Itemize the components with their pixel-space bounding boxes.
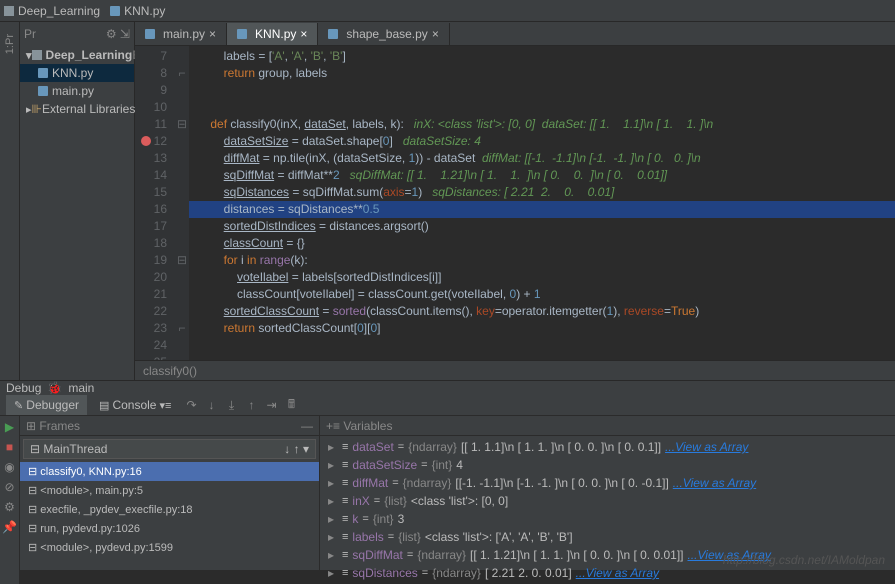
evaluate-icon[interactable]: 🖩 xyxy=(283,397,299,413)
close-icon[interactable]: × xyxy=(209,27,216,41)
variables-header: +≡ Variables xyxy=(320,416,895,436)
tab-main[interactable]: main.py × xyxy=(135,23,227,45)
project-tool-tab[interactable]: 1:Pr xyxy=(2,28,18,60)
close-icon[interactable]: × xyxy=(432,27,439,41)
fold-gutter[interactable]: ⌐ ⊟ ⊟ ⌐ xyxy=(175,46,189,360)
editor: main.py × KNN.py × shape_base.py × 78910… xyxy=(135,22,895,380)
debugger-tab[interactable]: ✎ Debugger xyxy=(6,395,87,415)
debug-panel: Debug 🐞 main ✎ Debugger ▤ Console ▾≡ ↷ ↓… xyxy=(0,380,895,570)
tool-stripe-left: 1:Pr xyxy=(0,22,20,380)
file-crumb[interactable]: KNN.py xyxy=(110,4,165,18)
tab-knn[interactable]: KNN.py × xyxy=(227,23,318,45)
variable-item[interactable]: ▸ ≡ labels = {list} <class 'list'>: ['A'… xyxy=(320,528,895,546)
run-to-cursor-icon[interactable]: ⇥ xyxy=(263,397,279,413)
pin-icon[interactable]: 📌 xyxy=(2,520,17,534)
variable-item[interactable]: ▸ ≡ dataSetSize = {int} 4 xyxy=(320,456,895,474)
debug-header: Debug 🐞 main xyxy=(0,381,895,395)
variable-item[interactable]: ▸ ≡ dataSet = {ndarray} [[ 1. 1.1]\n [ 1… xyxy=(320,438,895,456)
project-crumb[interactable]: Deep_Learning xyxy=(4,4,100,18)
close-icon[interactable]: × xyxy=(300,27,307,41)
step-into-icon[interactable]: ↓ xyxy=(203,397,219,413)
mute-breakpoints-icon[interactable]: ⊘ xyxy=(4,480,14,494)
settings-icon[interactable]: ⚙ xyxy=(4,500,15,514)
step-over-icon[interactable]: ↷ xyxy=(183,397,199,413)
frame-item[interactable]: ⊟ execfile, _pydev_execfile.py:18 xyxy=(20,500,319,519)
variable-item[interactable]: ▸ ≡ k = {int} 3 xyxy=(320,510,895,528)
thread-dropdown[interactable]: ⊟ MainThread↓ ↑ ▾ xyxy=(23,439,316,459)
line-gutter[interactable]: 7891011121314151617181920212223242526 xyxy=(135,46,175,360)
frame-item[interactable]: ⊟ classify0, KNN.py:16 xyxy=(20,462,319,481)
title-bar: Deep_Learning KNN.py xyxy=(0,0,895,22)
frame-item[interactable]: ⊟ run, pydevd.py:1026 xyxy=(20,519,319,538)
frames-panel: ⊞ Frames— ⊟ MainThread↓ ↑ ▾ ⊟ classify0,… xyxy=(20,416,320,584)
editor-tabs: main.py × KNN.py × shape_base.py × xyxy=(135,22,895,46)
variable-item[interactable]: ▸ ≡ diffMat = {ndarray} [[-1. -1.1]\n [-… xyxy=(320,474,895,492)
tree-root[interactable]: ▾ Deep_Learning E:\P xyxy=(20,46,134,64)
project-tree[interactable]: ▾ Deep_Learning E:\P KNN.py main.py ▸ ⊪ … xyxy=(20,44,134,120)
tree-file[interactable]: main.py xyxy=(20,82,134,100)
console-tab[interactable]: ▤ Console ▾≡ xyxy=(91,395,179,415)
step-out-icon[interactable]: ↑ xyxy=(243,397,259,413)
project-panel: Pr⚙ ⇲ ▾ Deep_Learning E:\P KNN.py main.p… xyxy=(20,22,135,380)
tree-file[interactable]: KNN.py xyxy=(20,64,134,82)
frames-list[interactable]: ⊟ classify0, KNN.py:16⊟ <module>, main.p… xyxy=(20,462,319,584)
frames-header: ⊞ Frames— xyxy=(20,416,319,436)
stop-icon[interactable]: ■ xyxy=(6,440,13,454)
watermark: http://blog.csdn.net/IAMoldpan xyxy=(723,553,885,567)
frame-item[interactable]: ⊟ <module>, pydevd.py:1599 xyxy=(20,538,319,557)
debug-toolbar: ✎ Debugger ▤ Console ▾≡ ↷ ↓ ⤓ ↑ ⇥ 🖩 xyxy=(0,395,895,416)
project-panel-header[interactable]: Pr⚙ ⇲ xyxy=(20,24,134,44)
variable-item[interactable]: ▸ ≡ inX = {list} <class 'list'>: [0, 0] xyxy=(320,492,895,510)
code-content[interactable]: labels = ['A', 'A', 'B', 'B'] return gro… xyxy=(189,46,895,360)
hide-icon[interactable]: — xyxy=(301,419,313,433)
tab-shapebase[interactable]: shape_base.py × xyxy=(318,23,449,45)
frame-item[interactable]: ⊟ <module>, main.py:5 xyxy=(20,481,319,500)
view-breakpoints-icon[interactable]: ◉ xyxy=(4,460,14,474)
breadcrumb[interactable]: classify0() xyxy=(135,360,895,380)
debug-run-toolbar: ▶ ■ ◉ ⊘ ⚙ 📌 xyxy=(0,416,20,584)
tree-external[interactable]: ▸ ⊪ External Libraries xyxy=(20,100,134,118)
resume-icon[interactable]: ▶ xyxy=(5,420,14,434)
step-into-my-icon[interactable]: ⤓ xyxy=(223,397,239,413)
